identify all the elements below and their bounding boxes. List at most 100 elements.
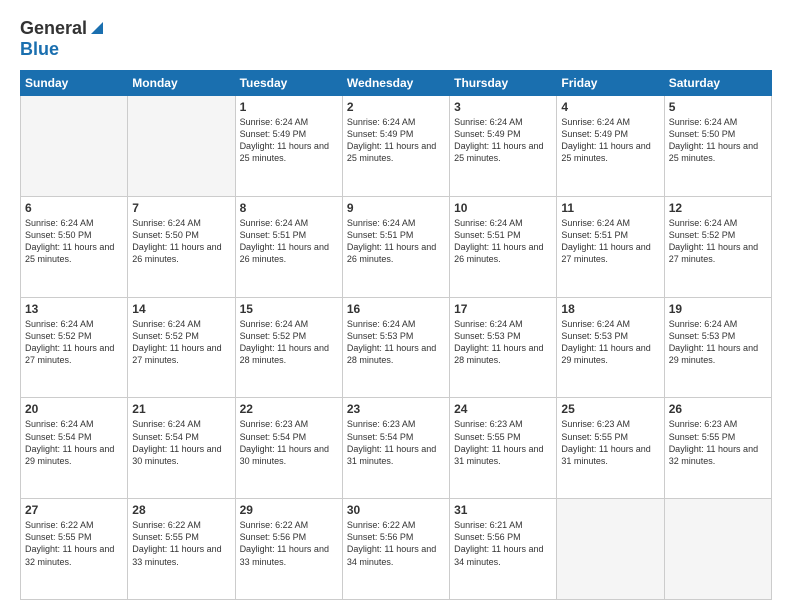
- day-number: 26: [669, 402, 767, 416]
- calendar-cell: 14 Sunrise: 6:24 AMSunset: 5:52 PMDayligh…: [128, 297, 235, 398]
- calendar-cell: 30 Sunrise: 6:22 AMSunset: 5:56 PMDayligh…: [342, 499, 449, 600]
- day-number: 23: [347, 402, 445, 416]
- cell-info: Sunrise: 6:24 AMSunset: 5:53 PMDaylight:…: [669, 318, 767, 367]
- cell-info: Sunrise: 6:24 AMSunset: 5:51 PMDaylight:…: [240, 217, 338, 266]
- cell-info: Sunrise: 6:24 AMSunset: 5:52 PMDaylight:…: [240, 318, 338, 367]
- cell-info: Sunrise: 6:23 AMSunset: 5:54 PMDaylight:…: [240, 418, 338, 467]
- day-number: 8: [240, 201, 338, 215]
- calendar-day-header: Sunday: [21, 71, 128, 96]
- calendar-week-row: 20 Sunrise: 6:24 AMSunset: 5:54 PMDayligh…: [21, 398, 772, 499]
- day-number: 14: [132, 302, 230, 316]
- cell-info: Sunrise: 6:22 AMSunset: 5:55 PMDaylight:…: [25, 519, 123, 568]
- cell-info: Sunrise: 6:24 AMSunset: 5:50 PMDaylight:…: [132, 217, 230, 266]
- cell-info: Sunrise: 6:24 AMSunset: 5:49 PMDaylight:…: [454, 116, 552, 165]
- cell-info: Sunrise: 6:24 AMSunset: 5:54 PMDaylight:…: [25, 418, 123, 467]
- calendar-cell: 24 Sunrise: 6:23 AMSunset: 5:55 PMDayligh…: [450, 398, 557, 499]
- calendar-cell: 13 Sunrise: 6:24 AMSunset: 5:52 PMDayligh…: [21, 297, 128, 398]
- day-number: 12: [669, 201, 767, 215]
- calendar-cell: 29Sunrise: 6:22 AMSunset: 5:56 PMDayligh…: [235, 499, 342, 600]
- cell-info: Sunrise: 6:24 AMSunset: 5:53 PMDaylight:…: [347, 318, 445, 367]
- calendar-cell: 16 Sunrise: 6:24 AMSunset: 5:53 PMDayligh…: [342, 297, 449, 398]
- day-number: 27: [25, 503, 123, 517]
- calendar-day-header: Thursday: [450, 71, 557, 96]
- calendar-cell: [557, 499, 664, 600]
- day-number: 6: [25, 201, 123, 215]
- cell-info: Sunrise: 6:24 AMSunset: 5:52 PMDaylight:…: [25, 318, 123, 367]
- calendar-day-header: Tuesday: [235, 71, 342, 96]
- calendar-cell: 9 Sunrise: 6:24 AMSunset: 5:51 PMDaylight…: [342, 196, 449, 297]
- cell-info: Sunrise: 6:23 AMSunset: 5:55 PMDaylight:…: [454, 418, 552, 467]
- logo-blue: Blue: [20, 39, 59, 59]
- logo-general: General: [20, 18, 87, 39]
- day-number: 17: [454, 302, 552, 316]
- cell-info: Sunrise: 6:24 AMSunset: 5:53 PMDaylight:…: [454, 318, 552, 367]
- calendar-week-row: 6 Sunrise: 6:24 AMSunset: 5:50 PMDaylight…: [21, 196, 772, 297]
- cell-info: Sunrise: 6:24 AMSunset: 5:52 PMDaylight:…: [132, 318, 230, 367]
- calendar-cell: [128, 96, 235, 197]
- day-number: 31: [454, 503, 552, 517]
- calendar-cell: 22 Sunrise: 6:23 AMSunset: 5:54 PMDayligh…: [235, 398, 342, 499]
- calendar-cell: 15 Sunrise: 6:24 AMSunset: 5:52 PMDayligh…: [235, 297, 342, 398]
- day-number: 30: [347, 503, 445, 517]
- calendar-cell: 12 Sunrise: 6:24 AMSunset: 5:52 PMDayligh…: [664, 196, 771, 297]
- cell-info: Sunrise: 6:23 AMSunset: 5:55 PMDaylight:…: [669, 418, 767, 467]
- day-number: 4: [561, 100, 659, 114]
- day-number: 7: [132, 201, 230, 215]
- cell-info: Sunrise: 6:24 AMSunset: 5:50 PMDaylight:…: [669, 116, 767, 165]
- calendar-week-row: 27 Sunrise: 6:22 AMSunset: 5:55 PMDayligh…: [21, 499, 772, 600]
- day-number: 13: [25, 302, 123, 316]
- day-number: 11: [561, 201, 659, 215]
- calendar-cell: 3 Sunrise: 6:24 AMSunset: 5:49 PMDaylight…: [450, 96, 557, 197]
- cell-info: Sunrise: 6:24 AMSunset: 5:51 PMDaylight:…: [347, 217, 445, 266]
- calendar-cell: 28 Sunrise: 6:22 AMSunset: 5:55 PMDayligh…: [128, 499, 235, 600]
- day-number: 28: [132, 503, 230, 517]
- calendar-cell: [664, 499, 771, 600]
- calendar-cell: 11 Sunrise: 6:24 AMSunset: 5:51 PMDayligh…: [557, 196, 664, 297]
- cell-info: Sunrise: 6:23 AMSunset: 5:55 PMDaylight:…: [561, 418, 659, 467]
- day-number: 10: [454, 201, 552, 215]
- cell-info: Sunrise: 6:24 AMSunset: 5:52 PMDaylight:…: [669, 217, 767, 266]
- cell-info: Sunrise: 6:24 AMSunset: 5:51 PMDaylight:…: [561, 217, 659, 266]
- logo: General Blue: [20, 18, 103, 60]
- day-number: 9: [347, 201, 445, 215]
- calendar-cell: 27 Sunrise: 6:22 AMSunset: 5:55 PMDayligh…: [21, 499, 128, 600]
- calendar-cell: 19 Sunrise: 6:24 AMSunset: 5:53 PMDayligh…: [664, 297, 771, 398]
- cell-info: Sunrise: 6:24 AMSunset: 5:49 PMDaylight:…: [240, 116, 338, 165]
- calendar-day-header: Wednesday: [342, 71, 449, 96]
- day-number: 1: [240, 100, 338, 114]
- calendar-cell: [21, 96, 128, 197]
- cell-info: Sunrise: 6:22 AMSunset: 5:56 PMDaylight:…: [347, 519, 445, 568]
- calendar-cell: 31Sunrise: 6:21 AMSunset: 5:56 PMDayligh…: [450, 499, 557, 600]
- calendar-cell: 1 Sunrise: 6:24 AMSunset: 5:49 PMDaylight…: [235, 96, 342, 197]
- logo-arrow: [89, 21, 103, 39]
- cell-info: Sunrise: 6:24 AMSunset: 5:49 PMDaylight:…: [347, 116, 445, 165]
- day-number: 3: [454, 100, 552, 114]
- page-header: General Blue: [20, 18, 772, 60]
- day-number: 19: [669, 302, 767, 316]
- calendar-cell: 4 Sunrise: 6:24 AMSunset: 5:49 PMDaylight…: [557, 96, 664, 197]
- calendar-cell: 23 Sunrise: 6:23 AMSunset: 5:54 PMDayligh…: [342, 398, 449, 499]
- day-number: 22: [240, 402, 338, 416]
- day-number: 5: [669, 100, 767, 114]
- cell-info: Sunrise: 6:24 AMSunset: 5:54 PMDaylight:…: [132, 418, 230, 467]
- day-number: 20: [25, 402, 123, 416]
- day-number: 21: [132, 402, 230, 416]
- calendar-day-header: Monday: [128, 71, 235, 96]
- day-number: 25: [561, 402, 659, 416]
- calendar-day-header: Saturday: [664, 71, 771, 96]
- calendar-cell: 17 Sunrise: 6:24 AMSunset: 5:53 PMDayligh…: [450, 297, 557, 398]
- calendar-header-row: SundayMondayTuesdayWednesdayThursdayFrid…: [21, 71, 772, 96]
- calendar-cell: 21 Sunrise: 6:24 AMSunset: 5:54 PMDayligh…: [128, 398, 235, 499]
- day-number: 29: [240, 503, 338, 517]
- calendar-cell: 26 Sunrise: 6:23 AMSunset: 5:55 PMDayligh…: [664, 398, 771, 499]
- calendar-cell: 6Sunrise: 6:24 AMSunset: 5:50 PMDaylight…: [21, 196, 128, 297]
- day-number: 24: [454, 402, 552, 416]
- day-number: 16: [347, 302, 445, 316]
- cell-info: Sunrise: 6:22 AMSunset: 5:55 PMDaylight:…: [132, 519, 230, 568]
- day-number: 15: [240, 302, 338, 316]
- cell-info: Sunrise: 6:23 AMSunset: 5:54 PMDaylight:…: [347, 418, 445, 467]
- calendar-week-row: 13 Sunrise: 6:24 AMSunset: 5:52 PMDayligh…: [21, 297, 772, 398]
- cell-info: Sunrise: 6:24 AMSunset: 5:49 PMDaylight:…: [561, 116, 659, 165]
- calendar-cell: 2Sunrise: 6:24 AMSunset: 5:49 PMDaylight…: [342, 96, 449, 197]
- calendar-cell: 20 Sunrise: 6:24 AMSunset: 5:54 PMDayligh…: [21, 398, 128, 499]
